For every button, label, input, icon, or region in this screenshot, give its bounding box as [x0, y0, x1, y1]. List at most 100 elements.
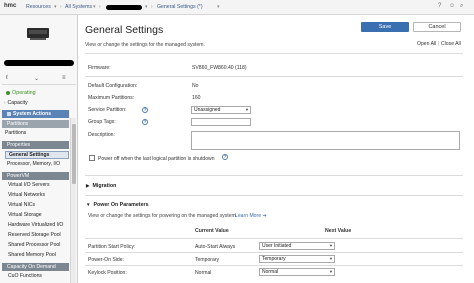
sidebar-header-partitions[interactable]: Partitions — [2, 120, 69, 128]
default-config-value: No — [192, 83, 199, 89]
sidebar-item-virtual-networks[interactable]: Virtual Networks — [8, 192, 45, 198]
divider — [85, 265, 463, 266]
keylock-position-current: Normal — [195, 270, 212, 276]
brand-logo: hmc — [4, 3, 17, 9]
sidebar-item-reserved-storage-pool[interactable]: Reserved Storage Pool — [8, 232, 61, 238]
keylock-position-label: Keylock Position: — [88, 270, 127, 276]
sidebar-item-general-settings[interactable]: General Settings — [5, 151, 69, 159]
help-icon[interactable]: ? — [142, 119, 148, 125]
sidebar-item-hardware-virtualized-io[interactable]: Hardware Virtualized I/O — [8, 222, 63, 228]
max-partitions-value: 160 — [192, 95, 201, 101]
chevron-down-icon[interactable]: ▾ — [54, 4, 57, 10]
keylock-position-select[interactable]: Normal ▼ — [259, 268, 335, 276]
help-icon[interactable]: ? — [438, 3, 441, 9]
page-title: General Settings — [85, 24, 164, 36]
chevron-right-icon: › — [4, 100, 6, 105]
help-icon[interactable]: ? — [222, 154, 228, 160]
redacted-system-label — [4, 60, 74, 66]
redacted-system-name — [106, 5, 142, 10]
chevron-down-icon[interactable]: ▾ — [217, 4, 220, 10]
edit-icon[interactable]: ℓ — [6, 75, 8, 81]
sidebar: ℓ ⌄ ≡ Operating › Capacity System Actions… — [0, 15, 78, 283]
help-icon[interactable]: ? — [142, 107, 148, 113]
sidebar-header-capacity-on-demand[interactable]: Capacity On Demand — [2, 263, 69, 271]
sidebar-item-shared-memory-pool[interactable]: Shared Memory Pool — [8, 252, 56, 258]
chevron-right-icon: › — [99, 4, 101, 10]
sidebar-scrollbar[interactable] — [70, 118, 76, 283]
sidebar-header-properties[interactable]: Properties — [2, 141, 69, 149]
power-on-description: View or change the settings for powering… — [88, 213, 238, 219]
collapse-triangle-icon: ▼ — [86, 202, 91, 207]
save-button[interactable]: Save — [361, 22, 409, 32]
default-config-label: Default Configuration: — [88, 83, 138, 89]
sidebar-header-powervm[interactable]: PowerVM — [2, 172, 69, 180]
sidebar-item-processor-memory-io[interactable]: Processor, Memory, I/O — [7, 161, 60, 167]
server-image — [27, 28, 49, 42]
sidebar-item-virtual-storage[interactable]: Virtual Storage — [8, 212, 42, 218]
description-label: Description: — [88, 132, 115, 138]
breadcrumb-all-systems[interactable]: All Systems — [65, 4, 92, 10]
divider — [85, 175, 463, 176]
chevron-down-icon[interactable]: ▾ — [93, 4, 96, 10]
learn-more-link[interactable]: Learn More ➜ — [235, 213, 267, 219]
breadcrumb-general-settings[interactable]: General Settings (*) — [157, 4, 203, 10]
power-on-side-select[interactable]: Temporary ▼ — [259, 255, 335, 263]
top-bar: hmc Resources ▾ › All Systems ▾ › ▾ › Ge… — [0, 0, 474, 15]
divider — [85, 238, 463, 239]
partition-start-policy-label: Partition Start Policy: — [88, 244, 136, 250]
sidebar-item-capacity[interactable]: › Capacity — [4, 100, 28, 106]
close-all-link[interactable]: Close All — [441, 41, 461, 47]
firmware-label: Firmware: — [88, 65, 111, 71]
chevron-right-icon: › — [151, 4, 153, 10]
divider — [85, 53, 463, 54]
main-panel: General Settings Save Cancel View or cha… — [79, 15, 474, 283]
firmware-value: SV860_FW860.40 (118) — [192, 65, 247, 71]
status-operating: Operating — [6, 90, 36, 96]
max-partitions-label: Maximum Partitions: — [88, 95, 135, 101]
power-off-checkbox[interactable] — [89, 155, 95, 161]
menu-icon[interactable]: ≡ — [62, 75, 66, 81]
divider — [85, 252, 463, 253]
divider — [85, 76, 463, 77]
sidebar-item-virtual-io-servers[interactable]: Virtual I/O Servers — [8, 182, 50, 188]
user-icon[interactable]: ☺ — [449, 3, 455, 9]
power-on-section[interactable]: ▼ Power On Parameters — [86, 202, 149, 208]
power-on-side-label: Power-On Side: — [88, 257, 124, 263]
group-tags-label: Group Tags: — [88, 119, 116, 125]
sidebar-item-cuod-functions[interactable]: CuO Functions — [8, 273, 42, 279]
divider — [2, 84, 76, 85]
chevron-down-icon: ▼ — [329, 269, 333, 274]
divider — [85, 195, 463, 196]
chevron-down-icon: ▼ — [329, 256, 333, 261]
link-separator: | — [438, 41, 440, 47]
actions-icon — [7, 111, 11, 116]
status-dot-icon — [6, 90, 10, 95]
chevron-down-icon[interactable]: ▾ — [145, 4, 148, 10]
chevron-right-icon: › — [60, 4, 62, 10]
migration-section[interactable]: ▶ Migration — [86, 183, 116, 189]
arrow-right-icon: ➜ — [262, 213, 267, 219]
cancel-button[interactable]: Cancel — [413, 22, 461, 32]
page-description: View or change the settings for the mana… — [85, 42, 205, 48]
service-partition-label: Service Partition: — [88, 107, 127, 113]
partition-start-policy-current: Auto-Start Always — [195, 244, 236, 250]
breadcrumb-resources[interactable]: Resources — [26, 4, 51, 10]
chevron-down-icon[interactable]: ⌄ — [34, 75, 39, 82]
description-textarea[interactable] — [191, 131, 460, 150]
group-tags-input[interactable] — [191, 118, 251, 126]
sidebar-item-shared-processor-pool[interactable]: Shared Processor Pool — [8, 242, 60, 248]
open-all-link[interactable]: Open All — [417, 41, 436, 47]
column-header-current: Current Value — [195, 228, 229, 234]
service-partition-select[interactable]: Unassigned ▼ — [191, 106, 251, 114]
power-off-label: Power off when the last logical partitio… — [98, 156, 215, 162]
sidebar-item-virtual-nics[interactable]: Virtual NICs — [8, 202, 35, 208]
chevron-down-icon: ▼ — [329, 243, 333, 248]
expand-triangle-icon: ▶ — [86, 183, 90, 188]
partition-start-policy-select[interactable]: User Initiated ▼ — [259, 242, 335, 250]
sidebar-system-actions[interactable]: System Actions — [2, 110, 69, 118]
chevron-down-icon: ▼ — [245, 107, 249, 112]
search-icon[interactable]: ⌕ — [460, 3, 463, 10]
scrollbar-thumb[interactable] — [72, 124, 76, 184]
sidebar-item-partitions[interactable]: Partitions — [5, 130, 26, 136]
column-header-next: Next Value — [325, 228, 352, 234]
